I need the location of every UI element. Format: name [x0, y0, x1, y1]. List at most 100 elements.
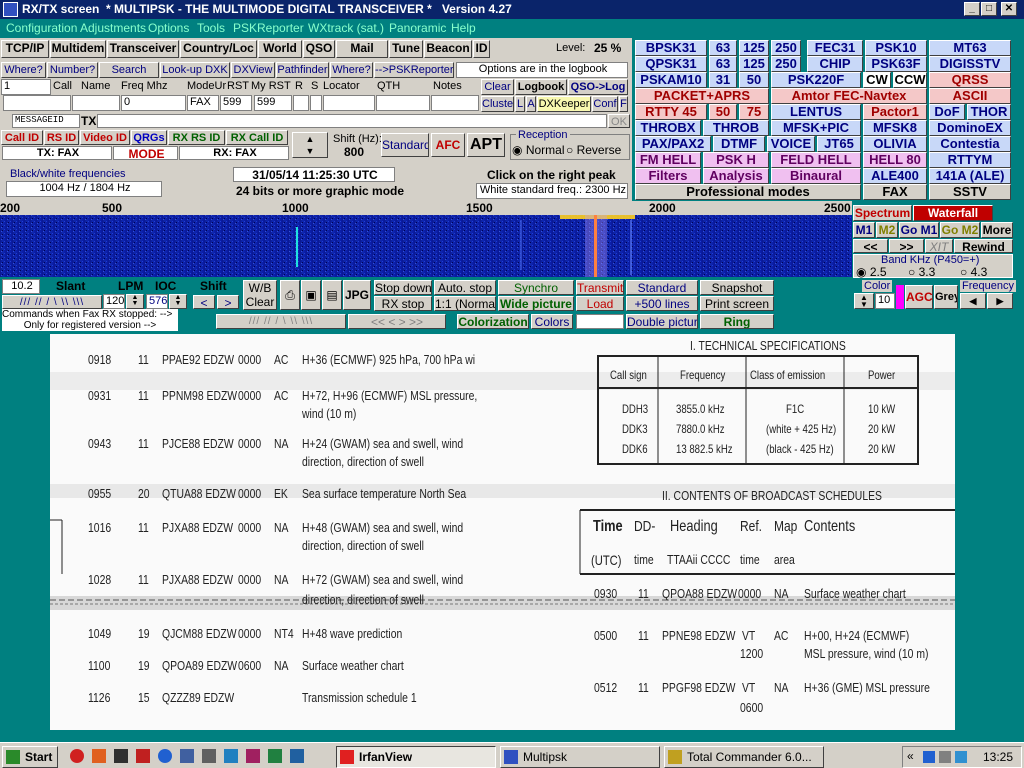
mode-thor[interactable]: THOR	[967, 104, 1011, 120]
call-input[interactable]	[3, 95, 71, 111]
shift-spinner[interactable]: ▲ ▼	[292, 132, 328, 158]
mode-qpsk250[interactable]: 250	[771, 56, 801, 72]
open-icon[interactable]: ▤	[322, 280, 342, 310]
print-screen-button[interactable]: Print screen	[700, 296, 774, 311]
mode-ccw[interactable]: CCW	[893, 72, 927, 88]
ioc-input[interactable]: 576	[146, 294, 168, 309]
wb-clear-button[interactable]: W/B Clear	[243, 280, 277, 310]
close-button[interactable]: ✕	[1001, 2, 1017, 16]
call-number-field[interactable]: 1	[1, 79, 51, 95]
jpg-button[interactable]: JPG	[343, 280, 371, 310]
qso-button[interactable]: QSO	[303, 40, 335, 58]
search-button[interactable]: Search	[99, 62, 159, 78]
rx-call-id-button[interactable]: RX Call ID	[226, 130, 288, 145]
mail-button[interactable]: Mail	[336, 40, 388, 58]
mode-psk63f[interactable]: PSK63F	[865, 56, 927, 72]
mode-sstv[interactable]: SSTV	[929, 184, 1011, 200]
tray-expand-icon[interactable]: «	[907, 749, 914, 763]
normal-scale-button[interactable]: 1:1 (Normal)	[434, 296, 496, 311]
mode-dof[interactable]: DoF	[929, 104, 965, 120]
mode-rtty45[interactable]: RTTY 45	[635, 104, 707, 120]
mode-mt63[interactable]: MT63	[929, 40, 1011, 56]
menu-configuration[interactable]: Configuration	[6, 21, 77, 35]
beacon-button[interactable]: Beacon	[424, 40, 472, 58]
auto-stop-button[interactable]: Auto. stop	[434, 280, 496, 295]
professional-modes-button[interactable]: Professional modes	[635, 184, 861, 200]
menu-pskreporter[interactable]: PSKReporter	[233, 21, 304, 35]
mode-dominoex[interactable]: DominoEX	[929, 120, 1011, 136]
go-m2-button[interactable]: Go M2	[940, 222, 980, 238]
mode-rtty75[interactable]: 75	[739, 104, 769, 120]
mode-amtor-navtex[interactable]: Amtor FEC-Navtex	[771, 88, 927, 104]
apt-button[interactable]: APT	[467, 133, 505, 157]
standard-fax-button[interactable]: Standard	[626, 280, 698, 295]
freq-down-button[interactable]: ◀	[960, 293, 986, 309]
mode-pax[interactable]: PAX/PAX2	[635, 136, 711, 152]
mode-bpsk125[interactable]: 125	[739, 40, 769, 56]
band-3-3-radio[interactable]: ○ 3.3	[908, 265, 935, 279]
f-button[interactable]: F	[619, 96, 628, 112]
where2-button[interactable]: Where?	[330, 62, 373, 78]
mode-chip[interactable]: CHIP	[807, 56, 863, 72]
synchro-button[interactable]: Synchro	[498, 280, 574, 295]
app-icon-red[interactable]	[136, 749, 150, 763]
rx-rs-id-button[interactable]: RX RS ID	[168, 130, 225, 145]
transmit-button[interactable]: Transmit	[576, 280, 624, 295]
transceiver-button[interactable]: Transceiver	[107, 40, 179, 58]
double-picture-button[interactable]: Double picture	[626, 314, 698, 329]
binaural-button[interactable]: Binaural	[771, 168, 861, 184]
plus-500-lines-button[interactable]: +500 lines	[626, 296, 698, 311]
mode-fm-hell[interactable]: FM HELL	[635, 152, 701, 168]
snapshot-button[interactable]: Snapshot	[700, 280, 774, 295]
call-id-button[interactable]: Call ID	[1, 130, 43, 145]
mode-hell80[interactable]: HELL 80	[863, 152, 927, 168]
grey-button[interactable]: Grey	[934, 285, 958, 309]
mode-psk220f[interactable]: PSK220F	[771, 72, 861, 88]
mode-throbx[interactable]: THROBX	[635, 120, 701, 136]
reverse-radio[interactable]: ○ Reverse	[566, 143, 621, 157]
mode-feld-hell[interactable]: FELD HELL	[771, 152, 861, 168]
afc-button[interactable]: AFC	[431, 133, 465, 157]
print-icon[interactable]: ⎙	[280, 280, 300, 310]
more-button[interactable]: More	[981, 222, 1013, 238]
number-button[interactable]: Number?	[47, 62, 98, 78]
mode-olivia[interactable]: OLIVIA	[863, 136, 927, 152]
mode-jt65[interactable]: JT65	[817, 136, 861, 152]
l-button[interactable]: L	[515, 96, 525, 112]
clear-log-button[interactable]: Clear	[481, 79, 514, 95]
shift-left-fax[interactable]: <	[193, 295, 215, 309]
opera-icon[interactable]	[70, 749, 84, 763]
lookup-dxk-button[interactable]: Look-up DXK	[160, 62, 230, 78]
name-input[interactable]	[72, 95, 120, 111]
s-input[interactable]	[310, 95, 322, 111]
slant-buttons[interactable]: /// // / \ \\ \\\	[2, 295, 102, 309]
spectrum-tab[interactable]: Spectrum	[853, 205, 912, 221]
conf-button[interactable]: Conf	[592, 96, 618, 112]
load-button[interactable]: Load	[576, 296, 624, 311]
mode-button[interactable]: MODE	[113, 146, 178, 160]
color-value[interactable]: 10	[875, 293, 895, 309]
mode-bpsk31[interactable]: BPSK31	[635, 40, 707, 56]
band-2-5-radio[interactable]: ◉ 2.5	[856, 265, 887, 279]
save-icon[interactable]: ▣	[301, 280, 321, 310]
mode-rtty50[interactable]: 50	[709, 104, 737, 120]
rx-stop-button[interactable]: RX stop	[374, 296, 432, 311]
mode-qpsk31[interactable]: QPSK31	[635, 56, 707, 72]
m1-button[interactable]: M1	[853, 222, 875, 238]
mode-pskam10[interactable]: PSKAM10	[635, 72, 707, 88]
video-id-button[interactable]: Video ID	[80, 130, 130, 145]
shift-right-button[interactable]: >>	[889, 239, 924, 253]
mode-throb[interactable]: THROB	[703, 120, 769, 136]
mode-mfsk-pic[interactable]: MFSK+PIC	[771, 120, 861, 136]
cluster-button[interactable]: Cluster	[481, 96, 514, 112]
mode-bpsk63[interactable]: 63	[709, 40, 737, 56]
shift-right-fax[interactable]: >	[217, 295, 239, 309]
film-icon[interactable]	[114, 749, 128, 763]
mode-qpsk63[interactable]: 63	[709, 56, 737, 72]
mode-digisstv[interactable]: DIGISSTV	[929, 56, 1011, 72]
standard-button[interactable]: Standard	[381, 133, 429, 157]
ring-button[interactable]: Ring	[700, 314, 774, 329]
freq-up-button[interactable]: ▶	[987, 293, 1013, 309]
multidem-button[interactable]: Multidem	[50, 40, 106, 58]
lpm-input[interactable]: 120	[103, 294, 125, 309]
